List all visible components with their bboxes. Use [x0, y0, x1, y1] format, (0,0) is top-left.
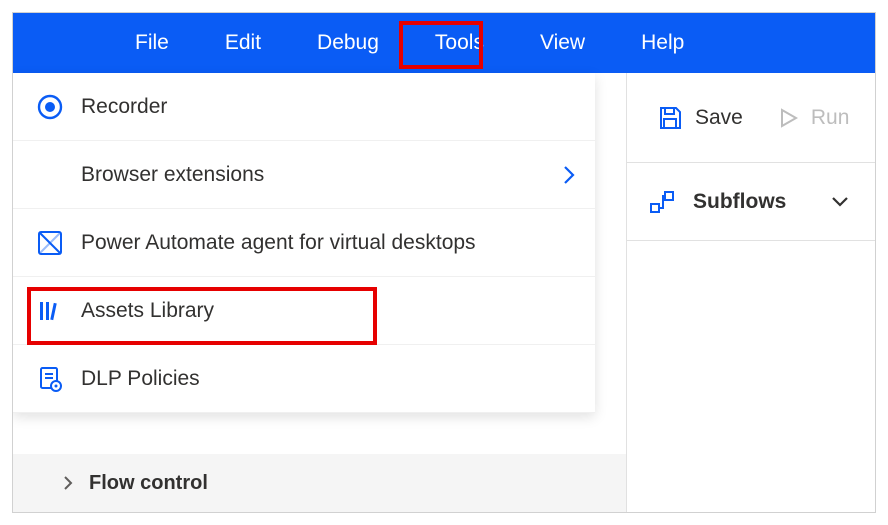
- menubar: File Edit Debug Tools View Help: [13, 13, 875, 73]
- record-icon: [33, 94, 67, 120]
- run-label: Run: [811, 106, 850, 130]
- tools-item-dlp-policies[interactable]: DLP Policies: [13, 345, 595, 413]
- content-area: Recorder Browser extensions Power Automa…: [13, 73, 875, 512]
- subflows-button[interactable]: Subflows: [627, 163, 875, 241]
- subflows-icon: [649, 189, 675, 215]
- tools-dropdown: Recorder Browser extensions Power Automa…: [13, 73, 595, 413]
- menu-file-label: File: [135, 31, 169, 55]
- library-icon: [33, 298, 67, 324]
- tools-item-browser-extensions[interactable]: Browser extensions: [13, 141, 595, 209]
- menu-edit[interactable]: Edit: [203, 13, 283, 73]
- left-pane: Recorder Browser extensions Power Automa…: [13, 73, 627, 512]
- flow-control-label: Flow control: [89, 472, 208, 495]
- menu-debug[interactable]: Debug: [295, 13, 401, 73]
- tools-item-assets-library[interactable]: Assets Library: [13, 277, 595, 345]
- save-icon: [657, 105, 683, 131]
- sidebar-group-flow-control[interactable]: Flow control: [13, 454, 626, 512]
- toolbar: Save Run: [627, 73, 875, 163]
- tools-item-agent[interactable]: Power Automate agent for virtual desktop…: [13, 209, 595, 277]
- tools-item-recorder[interactable]: Recorder: [13, 73, 595, 141]
- tools-item-browser-extensions-label: Browser extensions: [81, 163, 563, 187]
- save-label: Save: [695, 106, 743, 130]
- menu-tools[interactable]: Tools: [413, 13, 506, 73]
- tools-item-assets-library-label: Assets Library: [81, 299, 575, 323]
- play-icon: [777, 107, 799, 129]
- chevron-right-icon: [563, 165, 575, 185]
- menu-file[interactable]: File: [113, 13, 191, 73]
- menu-view-label: View: [540, 31, 585, 55]
- menu-edit-label: Edit: [225, 31, 261, 55]
- menu-tools-label: Tools: [435, 31, 484, 55]
- menu-view[interactable]: View: [518, 13, 607, 73]
- right-pane: Save Run Subflows: [627, 73, 875, 512]
- subflows-label: Subflows: [693, 190, 813, 214]
- run-button[interactable]: Run: [777, 106, 850, 130]
- tools-item-recorder-label: Recorder: [81, 95, 575, 119]
- chevron-right-icon: [63, 475, 73, 491]
- chevron-down-icon: [831, 196, 849, 208]
- tools-item-agent-label: Power Automate agent for virtual desktop…: [81, 231, 575, 255]
- tools-item-dlp-policies-label: DLP Policies: [81, 367, 575, 391]
- policy-icon: [33, 366, 67, 392]
- menu-help-label: Help: [641, 31, 684, 55]
- menu-debug-label: Debug: [317, 31, 379, 55]
- save-button[interactable]: Save: [657, 105, 743, 131]
- app-window: File Edit Debug Tools View Help Recorder…: [12, 12, 876, 513]
- agent-icon: [33, 230, 67, 256]
- menu-help[interactable]: Help: [619, 13, 706, 73]
